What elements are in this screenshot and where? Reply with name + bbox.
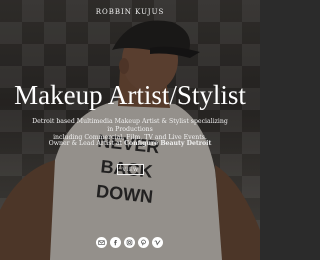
hero-section: NEVER BACK DOWN ROBBIN KUJUS Makeup Arti…: [0, 0, 260, 260]
site-brand[interactable]: ROBBIN KUJUS: [0, 8, 260, 16]
company-name: Configure Beauty Detroit: [124, 140, 212, 147]
pinterest-icon[interactable]: [138, 237, 149, 248]
hero-role: Owner & Lead Artist at Configure Beauty …: [0, 140, 260, 148]
facebook-icon[interactable]: [110, 237, 121, 248]
page-title: Makeup Artist/Stylist: [14, 80, 246, 110]
mail-icon[interactable]: [96, 237, 107, 248]
instagram-icon[interactable]: [124, 237, 135, 248]
description-line-1: Detroit based Multimedia Makeup Artist &…: [32, 118, 228, 133]
vimeo-icon[interactable]: [152, 237, 163, 248]
hero-description: Detroit based Multimedia Makeup Artist &…: [30, 118, 230, 142]
role-prefix: Owner & Lead Artist at: [48, 140, 125, 147]
social-links: [96, 237, 163, 248]
view-button[interactable]: VIEW: [117, 164, 144, 175]
